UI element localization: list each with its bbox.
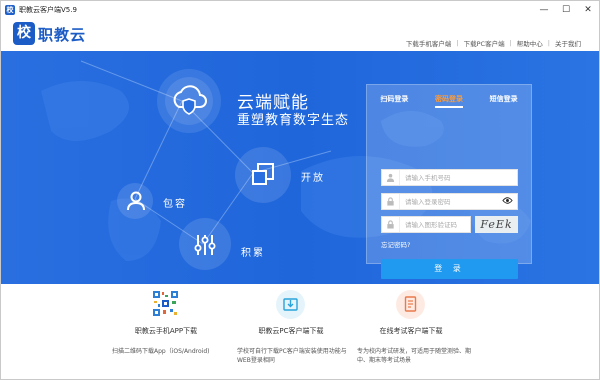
nav-download-mobile[interactable]: 下载手机客户端 <box>406 38 452 48</box>
captcha-input[interactable] <box>400 220 466 229</box>
phone-field <box>381 169 518 186</box>
header: 校 职教云 下载手机客户端 | 下载PC客户端 | 帮助中心 | 关于我们 <box>1 18 599 51</box>
feature-inclusive-label: 包容 <box>163 199 187 210</box>
nav-separator: | <box>509 39 512 47</box>
nav-about-us[interactable]: 关于我们 <box>555 38 581 48</box>
tab-qr-login[interactable]: 扫码登录 <box>380 94 408 108</box>
nav-download-pc[interactable]: 下载PC客户端 <box>464 38 505 48</box>
hero-banner: 开放 包容 积累 云端赋能 重塑教育数字生态 扫码登录 密码登录 短信登录 请输… <box>1 51 599 284</box>
password-field <box>381 193 518 210</box>
lock-icon <box>382 217 400 232</box>
open-squares-icon <box>252 163 274 185</box>
logo-icon: 校 <box>13 22 35 45</box>
qr-code-icon <box>152 290 179 317</box>
download-section: 职教云手机APP下载 扫描二维码下载App（iOS/Android) 职教云PC… <box>1 284 599 379</box>
user-icon <box>382 170 400 185</box>
password-input[interactable] <box>400 197 500 206</box>
login-tabs: 扫码登录 密码登录 短信登录 <box>367 94 531 108</box>
feature-accumulate-label: 积累 <box>241 248 265 259</box>
title-bar: 校 职教云客户端V5.9 — ☐ ✕ <box>1 1 599 18</box>
tab-sms-login[interactable]: 短信登录 <box>490 94 518 108</box>
user-icon <box>127 191 145 211</box>
feature-open-label: 开放 <box>301 173 325 184</box>
phone-input[interactable] <box>400 173 500 182</box>
exam-download-desc: 专为校内考试研发，可适用于随堂测验、期中、期末等考试场景 <box>357 348 472 364</box>
app-icon: 校 <box>5 4 15 15</box>
close-button[interactable]: ✕ <box>577 1 599 18</box>
sliders-icon <box>194 235 216 255</box>
pc-download-desc: 学校可自行下载PC客户端安装使用功能与WEB登录相同 <box>237 348 347 364</box>
mobile-download-desc: 扫描二维码下载App（iOS/Android) <box>112 348 210 355</box>
download-icon <box>276 290 305 319</box>
app-window: 校 职教云客户端V5.9 — ☐ ✕ 校 职教云 下载手机客户端 | 下载PC客… <box>0 0 600 380</box>
slogan-subtitle: 重塑教育数字生态 <box>237 113 350 128</box>
maximize-button[interactable]: ☐ <box>555 1 577 18</box>
captcha-field <box>381 216 471 233</box>
exam-document-icon <box>396 290 425 319</box>
minimize-button[interactable]: — <box>533 1 555 18</box>
captcha-image[interactable]: FeEk <box>475 216 518 233</box>
nav-help-center[interactable]: 帮助中心 <box>517 38 543 48</box>
login-button[interactable]: 登 录 <box>381 259 518 279</box>
eye-icon[interactable] <box>502 196 513 208</box>
forgot-password-link[interactable]: 忘记密码? <box>381 239 410 249</box>
tab-password-login[interactable]: 密码登录 <box>434 94 463 108</box>
nav-separator: | <box>456 39 459 47</box>
top-nav: 下载手机客户端 | 下载PC客户端 | 帮助中心 | 关于我们 <box>406 38 581 48</box>
logo-text: 职教云 <box>38 26 87 44</box>
lock-icon <box>382 194 400 209</box>
login-panel: 扫码登录 密码登录 短信登录 请输入手机号码 请输入图形验证码 FeEk 忘记密… <box>366 84 532 279</box>
cloud-shield-icon <box>173 85 207 115</box>
window-controls: — ☐ ✕ <box>533 1 599 18</box>
window-title: 职教云客户端V5.9 <box>19 5 77 14</box>
exam-download-title: 在线考试客户端下载 <box>379 327 443 335</box>
nav-separator: | <box>547 39 550 47</box>
